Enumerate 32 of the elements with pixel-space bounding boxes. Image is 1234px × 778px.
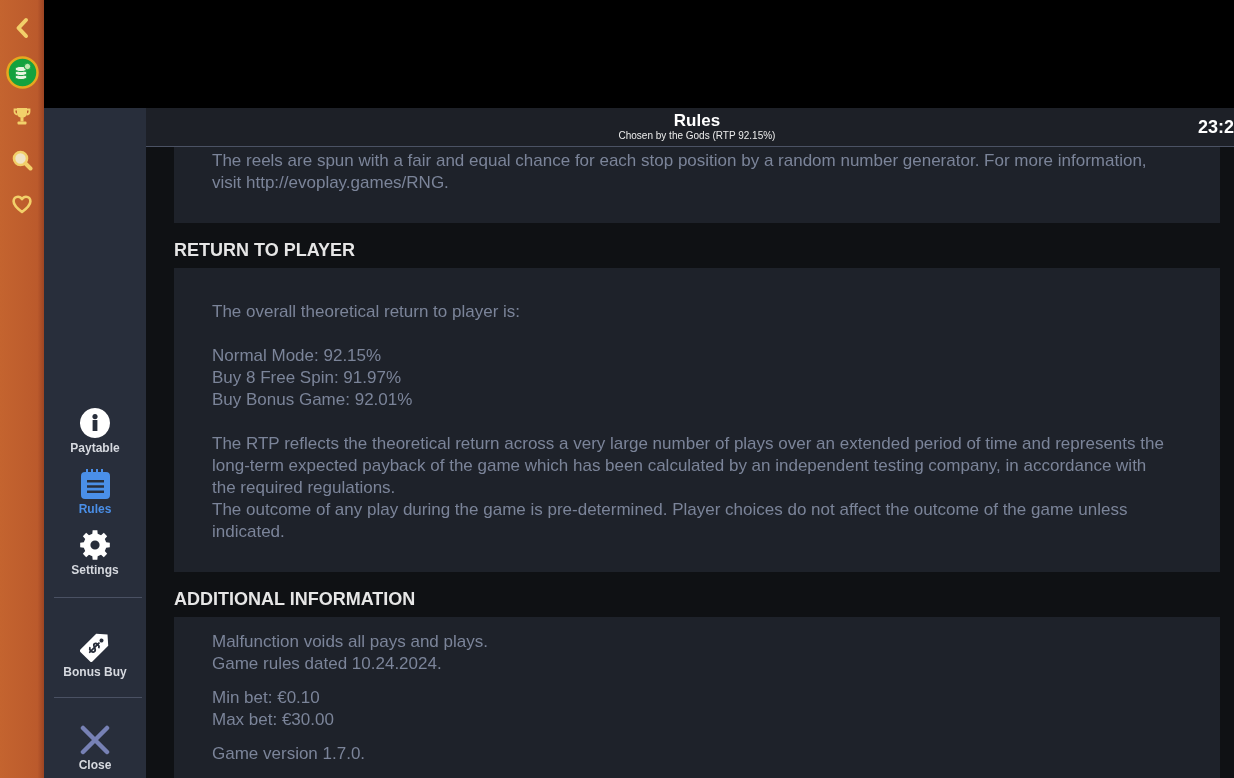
coin-stack-icon[interactable]: [5, 55, 39, 89]
rules-text: Game version 1.7.0.: [212, 743, 367, 765]
sidebar-item[interactable]: Rules: [78, 469, 112, 516]
rules-text: Normal Mode: 92.15%: [212, 345, 383, 367]
sidebar-item[interactable]: Bonus Buy: [63, 631, 127, 679]
info-icon: [80, 408, 110, 438]
rules-text: Min bet: €0.10: [212, 687, 321, 709]
rules-text: Buy Bonus Game: 92.01%: [212, 389, 414, 411]
notepad-icon: [80, 469, 110, 499]
search-icon[interactable]: [11, 149, 33, 171]
rules-text: The RTP reflects the theoretical return across a very large number of plays over an extended period of time and represents the long-term expected payback of the game which has been calculated by an independent testing company, in accordance with the required regulations.: [212, 433, 1165, 499]
rules-text: Buy 8 Free Spin: 91.97%: [212, 367, 402, 389]
rules-text: The overall theoretical return to player is:: [212, 301, 522, 323]
rules-text: Malfunction voids all pays and plays.: [212, 631, 489, 653]
heart-icon[interactable]: [12, 194, 32, 214]
panel-title: Rules: [673, 112, 721, 130]
rules-text: Game rules dated 10.24.2024.: [212, 653, 443, 675]
panel-subtitle: Chosen by the Gods (RTP 92.15%): [618, 130, 776, 142]
sidebar-item[interactable]: Settings: [71, 530, 119, 577]
sidebar-item[interactable]: Paytable: [70, 408, 120, 455]
rules-text: Max bet: €30.00: [212, 709, 335, 731]
rules-text: The outcome of any play during the game is pre-determined. Player choices do not affect the outcome of the game unless indicated.: [212, 499, 1129, 543]
price-tag-icon: [79, 631, 111, 662]
section-heading: RETURN TO PLAYER: [174, 239, 357, 262]
chevron-left-icon[interactable]: [15, 17, 29, 39]
section-heading: ADDITIONAL INFORMATION: [174, 588, 417, 611]
sidebar-item[interactable]: Close: [78, 725, 112, 772]
rules-text: The reels are spun with a fair and equal chance for each stop position by a random number generator. For more information, visit http://evoplay.games/RNG.: [212, 150, 1148, 194]
settings-icon: [80, 530, 110, 560]
close-icon: [80, 725, 110, 755]
trophy-icon[interactable]: [12, 106, 32, 126]
clock-time: 23:2: [1197, 117, 1234, 137]
